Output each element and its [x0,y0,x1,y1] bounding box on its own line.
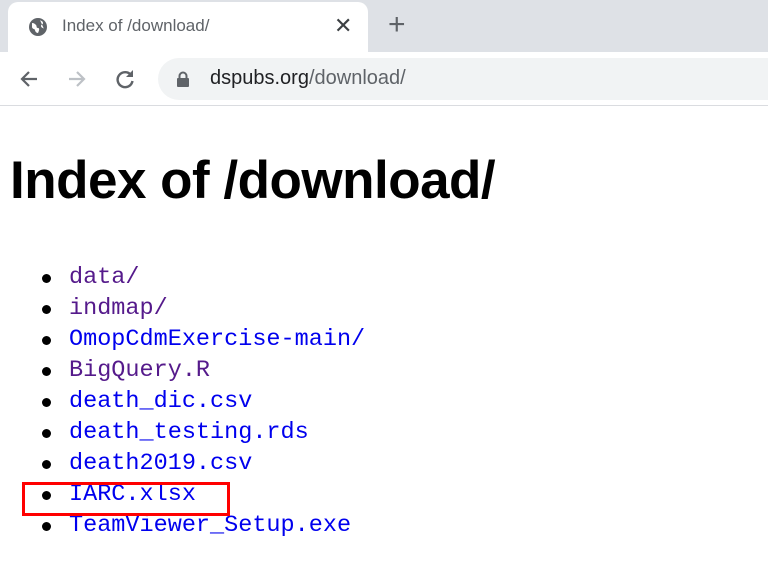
link-death-testing-rds[interactable]: death_testing.rds [69,419,309,446]
list-item: death_dic.csv [0,386,365,417]
url-text[interactable]: dspubs.org/download/ [210,67,406,90]
page-title: Index of /download/ [10,151,496,210]
back-icon[interactable] [14,64,44,94]
reload-icon[interactable] [110,64,140,94]
list-item: OmopCdmExercise-main/ [0,324,365,355]
link-bigquery-r[interactable]: BigQuery.R [69,357,210,384]
list-item: death_testing.rds [0,417,365,448]
tab-bar: Index of /download/ ✕ + [0,0,768,52]
list-item: death2019.csv [0,448,365,479]
link-teamviewer-setup-exe[interactable]: TeamViewer_Setup.exe [69,512,351,539]
url-domain: dspubs.org [210,67,309,89]
link-data[interactable]: data/ [69,264,140,291]
list-item: data/ [0,262,365,293]
highlight-box [22,482,230,516]
link-indmap[interactable]: indmap/ [69,295,168,322]
link-omopcdmexercise-main[interactable]: OmopCdmExercise-main/ [69,326,365,353]
close-tab-icon[interactable]: ✕ [334,13,352,39]
url-path: /download/ [308,67,406,89]
globe-icon [29,18,47,36]
address-bar[interactable]: dspubs.org/download/ [158,58,768,100]
toolbar: dspubs.org/download/ [0,52,768,106]
forward-icon[interactable] [62,64,92,94]
link-death-dic-csv[interactable]: death_dic.csv [69,388,252,415]
new-tab-button[interactable]: + [388,8,406,42]
list-item: indmap/ [0,293,365,324]
tab-active[interactable]: Index of /download/ ✕ [8,2,368,52]
list-item: BigQuery.R [0,355,365,386]
link-death2019-csv[interactable]: death2019.csv [69,450,252,477]
tab-title: Index of /download/ [62,16,210,35]
lock-icon[interactable] [176,71,190,87]
